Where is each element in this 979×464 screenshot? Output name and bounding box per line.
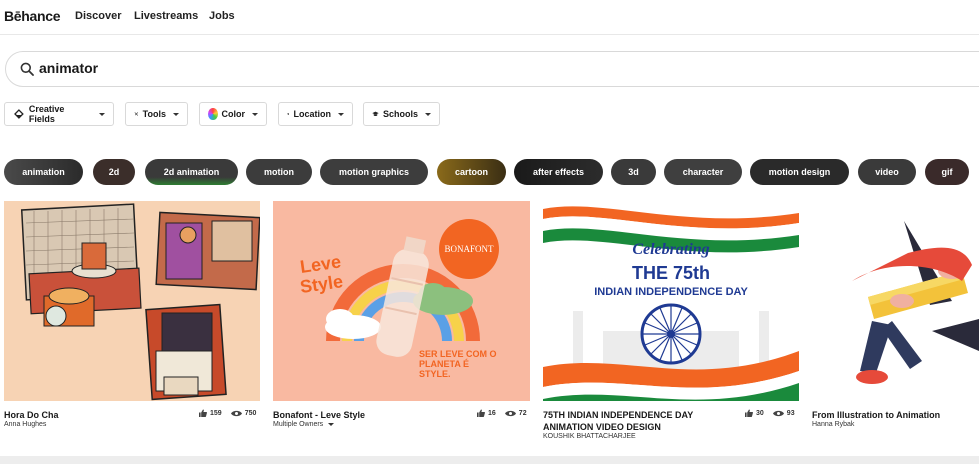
views-count: 72: [518, 409, 527, 417]
chevron-down-icon: [425, 112, 431, 116]
nav-discover[interactable]: Discover: [75, 10, 121, 22]
tagline-text: SER LEVE COM O PLANETA É STYLE.: [419, 349, 497, 379]
project-thumbnail-bonafont[interactable]: BONAFONT Leve Style SER LEVE COM O PLANE…: [273, 201, 530, 401]
tag-label: motion graphics: [338, 167, 409, 177]
celebrating-text: Celebrating: [632, 241, 710, 258]
filter-label: Location: [293, 109, 332, 119]
project-thumbnail-independence-day[interactable]: Celebrating THE 75th INDIAN INDEPENDENCE…: [543, 201, 799, 401]
project-title[interactable]: From Illustration to Animation: [812, 409, 940, 421]
tools-icon: [134, 112, 139, 116]
color-wheel-icon: [208, 108, 218, 120]
chevron-down-icon: [328, 422, 335, 426]
tag-label: cartoon: [454, 167, 488, 177]
tag-label: 2d animation: [163, 167, 220, 177]
tag-3d[interactable]: 3d: [611, 159, 656, 185]
filter-location[interactable]: Location: [278, 102, 353, 126]
search-bar[interactable]: animator: [5, 51, 979, 87]
independence-day-illustration-image: [543, 206, 799, 401]
chevron-down-icon: [252, 112, 258, 116]
graduation-cap-icon: [372, 111, 379, 117]
project-stats: 16 72: [477, 409, 527, 417]
tag-motion-design[interactable]: motion design: [750, 159, 849, 185]
filter-label: Tools: [142, 109, 166, 119]
tag-animation[interactable]: animation: [4, 159, 83, 185]
thumbs-up-icon: [745, 409, 753, 417]
nav-jobs[interactable]: Jobs: [209, 10, 235, 22]
tag-motion[interactable]: motion: [246, 159, 312, 185]
views-count: 93: [786, 409, 795, 417]
filter-creative-fields[interactable]: Creative Fields: [4, 102, 114, 126]
tag-cartoon[interactable]: cartoon: [437, 159, 506, 185]
tag-after-effects[interactable]: after effects: [514, 159, 603, 185]
tag-label: video: [875, 167, 899, 177]
tag-2d-animation[interactable]: 2d animation: [145, 159, 238, 185]
thumbs-up-icon: [199, 409, 207, 417]
nav-livestreams[interactable]: Livestreams: [134, 10, 198, 22]
filter-label: Creative Fields: [28, 104, 65, 124]
search-icon: [20, 62, 34, 76]
filter-label: Color: [221, 109, 246, 119]
illustration-animation-image: [852, 221, 979, 384]
project-thumbnail-hora-do-cha[interactable]: [4, 201, 260, 401]
chevron-down-icon: [338, 112, 344, 116]
project-owner[interactable]: Multiple Owners: [273, 421, 335, 428]
project-title[interactable]: Bonafont - Leve Style: [273, 409, 365, 421]
independence-day-text: INDIAN INDEPENDENCE DAY: [594, 286, 748, 298]
project-title[interactable]: Hora Do Cha: [4, 409, 59, 421]
filter-label: Schools: [382, 109, 418, 119]
brand-logo-text: BONAFONT: [444, 244, 494, 254]
tag-2d[interactable]: 2d: [93, 159, 135, 185]
project-owner[interactable]: KOUSHIK BHATTACHARJEE: [543, 433, 636, 440]
tag-label: animation: [22, 167, 65, 177]
likes-count: 16: [488, 409, 496, 417]
eye-icon: [772, 410, 784, 416]
chevron-down-icon: [173, 112, 179, 116]
tag-video[interactable]: video: [858, 159, 916, 185]
filter-schools[interactable]: Schools: [363, 102, 440, 126]
tag-label: gif: [941, 167, 953, 177]
filter-color[interactable]: Color: [199, 102, 267, 126]
tag-label: character: [682, 167, 724, 177]
search-input[interactable]: animator: [39, 60, 98, 76]
owner-label: Multiple Owners: [273, 421, 324, 428]
tag-gif[interactable]: gif: [925, 159, 969, 185]
location-pin-icon: [287, 112, 289, 116]
tag-label: 3d: [628, 167, 639, 177]
tag-motion-graphics[interactable]: motion graphics: [320, 159, 428, 185]
chevron-down-icon: [99, 112, 105, 116]
project-stats: 30 93: [745, 409, 795, 417]
top-navigation-bar: Bēhance Discover Livestreams Jobs: [0, 0, 979, 35]
views-count: 750: [244, 409, 257, 417]
thumbs-up-icon: [477, 409, 485, 417]
eye-icon: [230, 410, 242, 416]
project-title-line-2: ANIMATION VIDEO DESIGN: [543, 422, 661, 432]
illustration-image: [20, 203, 260, 401]
the-75th-text: THE 75th: [631, 263, 710, 283]
filter-tools[interactable]: Tools: [125, 102, 188, 126]
project-title-line-1: 75TH INDIAN INDEPENDENCE DAY: [543, 410, 694, 420]
project-stats: 159 750: [199, 409, 256, 417]
paint-bucket-icon: [14, 109, 24, 119]
tag-label: after effects: [532, 167, 585, 177]
tag-label: motion: [264, 167, 294, 177]
project-owner[interactable]: Hanna Rybak: [812, 421, 854, 428]
tag-character[interactable]: character: [664, 159, 742, 185]
tag-label: motion design: [768, 167, 831, 177]
behance-logo[interactable]: Bēhance: [4, 8, 61, 24]
eye-icon: [504, 410, 516, 416]
tag-label: 2d: [108, 167, 120, 177]
likes-count: 30: [756, 409, 764, 417]
project-owner[interactable]: Anna Hughes: [4, 421, 46, 428]
project-thumbnail-illustration-to-animation[interactable]: [812, 201, 979, 401]
project-title[interactable]: 75TH INDIAN INDEPENDENCE DAY ANIMATION V…: [543, 409, 693, 433]
likes-count: 159: [210, 409, 222, 417]
next-row-placeholder: [0, 456, 979, 464]
